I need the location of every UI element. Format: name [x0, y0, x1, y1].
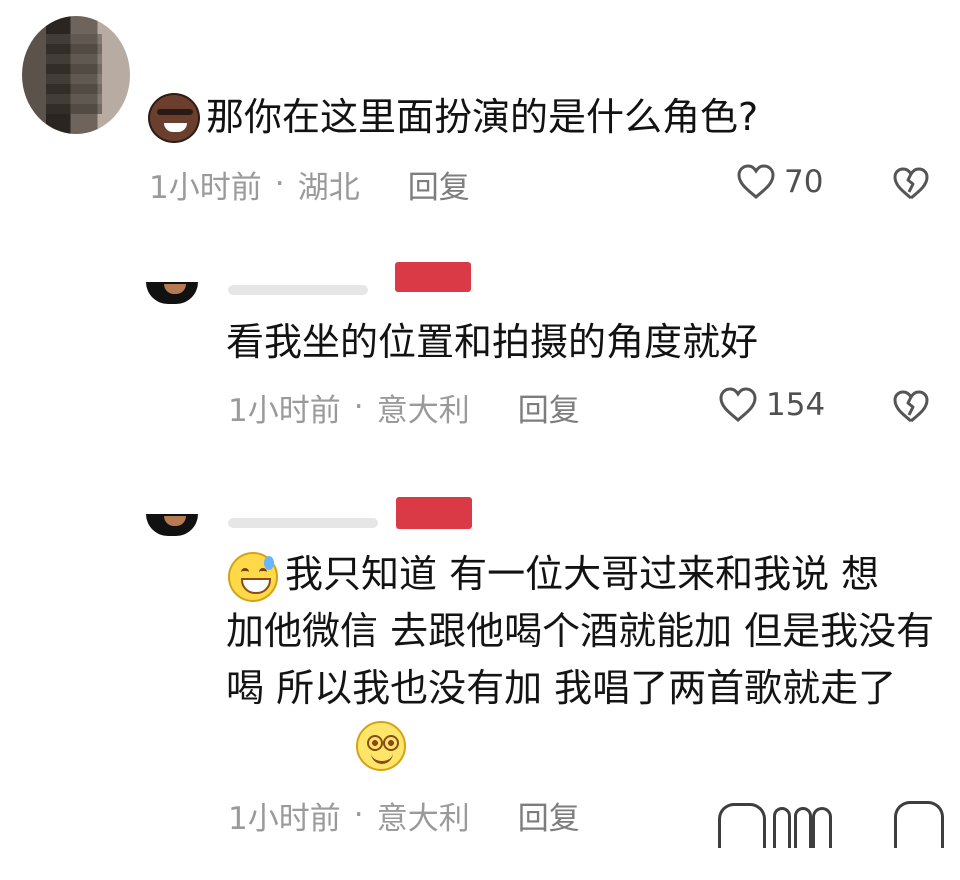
reply-meta-2: 1小时前 · 意大利 回复 — [228, 790, 580, 840]
grinning-sweat-face-icon — [228, 552, 278, 602]
reply-avatar-2[interactable] — [146, 514, 198, 536]
meta-separator: · — [274, 166, 285, 202]
comment-meta-main: 1小时前 · 湖北 回复 — [149, 159, 470, 209]
reply-button[interactable]: 回复 — [408, 162, 470, 207]
broken-heart-outline-icon[interactable] — [892, 390, 930, 424]
user-badge-1 — [395, 262, 471, 292]
hidden-username-2 — [228, 518, 378, 528]
hidden-username-1 — [228, 285, 368, 295]
heart-outline-icon[interactable] — [736, 164, 776, 200]
meta-separator: · — [353, 389, 364, 425]
comment-text-main: 那你在这里面扮演的是什么角色? — [206, 95, 759, 139]
broken-heart-outline-icon[interactable] — [892, 167, 930, 201]
cropped-dislike-icon[interactable] — [894, 801, 944, 848]
reply-text-2-first-line: 我只知道 有一位大哥过来和我说 想 — [285, 552, 880, 596]
reply-meta-1: 1小时前 · 意大利 回复 — [228, 382, 580, 432]
reply-button[interactable]: 回复 — [518, 385, 580, 430]
smiling-face-with-sunglasses-icon — [148, 93, 200, 143]
cropped-count-mark-2 — [794, 807, 812, 848]
comment-location: 意大利 — [376, 800, 470, 837]
comment-time: 1小时前 — [228, 392, 341, 429]
meta-separator: · — [353, 797, 364, 833]
cropped-count-mark-3 — [812, 807, 832, 848]
user-badge-2 — [396, 497, 472, 529]
reply-button[interactable]: 回复 — [518, 793, 580, 838]
reply-text-1: 看我坐的位置和拍摄的角度就好 — [226, 320, 759, 364]
like-count: 70 — [784, 164, 824, 200]
cropped-heart-icon[interactable] — [718, 803, 766, 848]
comment-location: 湖北 — [297, 169, 360, 206]
like-button[interactable]: 70 — [736, 164, 823, 200]
cropped-count-mark-1 — [773, 807, 791, 848]
comment-location: 意大利 — [376, 392, 470, 429]
like-count: 154 — [766, 387, 826, 423]
cropped-action-icons[interactable] — [718, 790, 944, 848]
reply-text-2-rest: 加他微信 去跟他喝个酒就能加 但是我没有喝 所以我也没有加 我唱了两首歌就走了 — [226, 609, 935, 710]
comment-time: 1小时前 — [149, 169, 262, 206]
smiling-face-icon — [356, 721, 406, 771]
reply-avatar-1[interactable] — [146, 282, 198, 304]
heart-outline-icon[interactable] — [718, 387, 758, 423]
comment-time: 1小时前 — [228, 800, 341, 837]
like-button[interactable]: 154 — [718, 387, 825, 423]
user-avatar-main[interactable] — [22, 16, 130, 134]
